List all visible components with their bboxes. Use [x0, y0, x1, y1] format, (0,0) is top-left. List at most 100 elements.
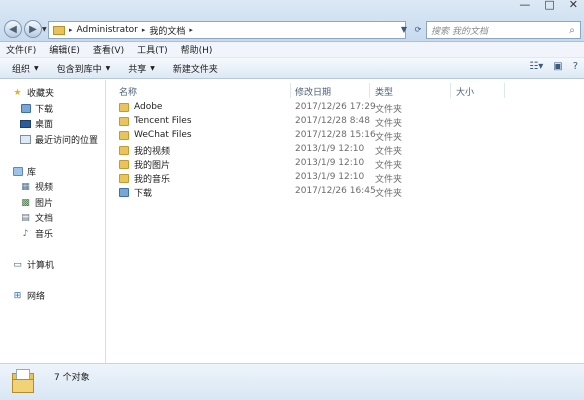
column-divider[interactable] — [290, 83, 291, 98]
view-options-icon[interactable]: ☷▾ — [529, 61, 543, 72]
preview-pane-icon[interactable]: ▣ — [553, 61, 562, 72]
file-modified: 2013/1/9 12:10 — [295, 158, 365, 168]
chevron-down-icon: ▼ — [150, 64, 155, 72]
refresh-icon[interactable]: ⟳ — [412, 21, 424, 39]
downloads-folder-icon — [20, 103, 31, 113]
close-button[interactable]: ✕ — [569, 0, 578, 10]
address-dropdown-icon[interactable]: ▼ — [398, 21, 410, 39]
breadcrumb-documents[interactable]: 我的文档 — [149, 24, 185, 37]
table-row[interactable]: 我的音乐 2013/1/9 12:10 文件夹 — [107, 172, 584, 186]
item-count: 7 个对象 — [54, 373, 90, 383]
file-list: 名称 修改日期 类型 大小 Adobe 2017/12/26 17:29 文件夹… — [107, 80, 584, 363]
help-icon[interactable]: ? — [573, 61, 578, 72]
back-button[interactable]: ◀ — [4, 20, 22, 38]
sidebar-network[interactable]: ⊞ 网络 — [12, 289, 46, 303]
table-row[interactable]: WeChat Files 2017/12/28 15:16 文件夹 — [107, 130, 584, 144]
sidebar-item-downloads[interactable]: 下载 — [20, 102, 53, 115]
minimize-button[interactable]: — — [519, 0, 530, 10]
recent-pages-dropdown[interactable]: ▼ — [42, 26, 47, 33]
organize-button[interactable]: 组织 ▼ — [12, 62, 39, 75]
sidebar-item-music[interactable]: ♪ 音乐 — [20, 227, 53, 241]
sidebar-item-recent-places[interactable]: 最近访问的位置 — [20, 133, 98, 146]
new-folder-label: 新建文件夹 — [172, 64, 218, 75]
sidebar-favorites[interactable]: ★ 收藏夹 — [12, 86, 55, 100]
column-divider[interactable] — [504, 83, 505, 98]
breadcrumb-separator[interactable]: ▸ — [69, 26, 73, 34]
sidebar-libraries[interactable]: 库 — [12, 165, 36, 178]
menu-tools[interactable]: 工具(T) — [137, 43, 168, 56]
search-box[interactable]: 搜索 我的文档 ⌕ — [426, 21, 581, 39]
column-header-modified[interactable]: 修改日期 — [295, 82, 331, 100]
menu-view[interactable]: 查看(V) — [93, 43, 124, 56]
table-row[interactable]: 我的图片 2013/1/9 12:10 文件夹 — [107, 158, 584, 172]
folder-icon — [119, 116, 129, 126]
sidebar-computer-label: 计算机 — [27, 261, 55, 271]
table-row[interactable]: 我的视频 2013/1/9 12:10 文件夹 — [107, 144, 584, 158]
column-header-size[interactable]: 大小 — [456, 82, 474, 100]
computer-icon: ▭ — [13, 259, 22, 270]
sidebar-item-documents[interactable]: ▤ 文档 — [20, 211, 54, 225]
sidebar-network-label: 网络 — [27, 292, 46, 302]
forward-button[interactable]: ▶ — [24, 20, 42, 38]
recent-places-icon — [20, 135, 31, 144]
star-icon: ★ — [13, 87, 22, 98]
sidebar-item-label: 最近访问的位置 — [35, 136, 99, 146]
share-button[interactable]: 共享 ▼ — [128, 62, 155, 75]
folder-icon — [119, 130, 129, 140]
column-divider[interactable] — [450, 83, 451, 98]
table-row[interactable]: Tencent Files 2017/12/28 8:48 文件夹 — [107, 116, 584, 130]
breadcrumb-administrator[interactable]: Administrator — [77, 25, 138, 35]
column-header-type[interactable]: 类型 — [375, 82, 393, 100]
file-name-cell: 下载 — [119, 186, 152, 199]
file-type: 文件夹 — [375, 105, 403, 115]
table-row[interactable]: Adobe 2017/12/26 17:29 文件夹 — [107, 102, 584, 116]
menu-bar: 文件(F) 编辑(E) 查看(V) 工具(T) 帮助(H) — [0, 42, 584, 58]
column-divider[interactable] — [369, 83, 370, 98]
column-header-name-label: 名称 — [119, 87, 138, 98]
file-name-cell: Adobe — [119, 102, 162, 112]
file-type: 文件夹 — [375, 175, 403, 185]
sidebar-item-label: 图片 — [35, 199, 54, 209]
column-header-name[interactable]: 名称 — [119, 82, 137, 100]
sidebar-item-label: 文档 — [35, 214, 54, 224]
downloads-folder-icon — [119, 188, 129, 197]
file-name: Adobe — [134, 102, 163, 112]
file-modified: 2013/1/9 12:10 — [295, 172, 365, 182]
sidebar-item-label: 桌面 — [35, 120, 54, 130]
file-name: 我的音乐 — [134, 175, 171, 185]
file-name-cell: Tencent Files — [119, 116, 192, 126]
organize-label: 组织 — [12, 64, 31, 75]
sidebar-item-pictures[interactable]: ▩ 图片 — [20, 196, 54, 210]
file-modified: 2017/12/26 17:29 — [295, 102, 376, 112]
file-type: 文件夹 — [375, 189, 403, 199]
address-bar[interactable]: ▸ Administrator ▸ 我的文档 ▸ — [48, 21, 406, 39]
menu-file[interactable]: 文件(F) — [6, 43, 36, 56]
new-folder-button[interactable]: 新建文件夹 — [173, 62, 218, 75]
file-modified: 2017/12/28 8:48 — [295, 116, 370, 126]
window-controls: — □ ✕ — [519, 0, 578, 10]
sidebar-favorites-label: 收藏夹 — [27, 89, 55, 99]
library-folder-icon — [12, 166, 23, 176]
menu-help[interactable]: 帮助(H) — [181, 43, 213, 56]
include-in-library-label: 包含到库中 — [56, 64, 102, 75]
maximize-button[interactable]: □ — [544, 0, 554, 10]
desktop-icon — [20, 119, 31, 128]
folder-front-shape — [12, 379, 34, 393]
search-input[interactable]: 搜索 我的文档 — [431, 24, 564, 37]
breadcrumb-separator[interactable]: ▸ — [189, 26, 193, 34]
music-icon: ♪ — [22, 228, 29, 239]
view-controls: ☷▾ ▣ ? — [529, 61, 578, 72]
include-in-library-button[interactable]: 包含到库中 ▼ — [57, 62, 111, 75]
sidebar-item-videos[interactable]: ▦ 视频 — [20, 180, 53, 194]
search-icon[interactable]: ⌕ — [564, 25, 580, 36]
table-row[interactable]: 下载 2017/12/26 16:45 文件夹 — [107, 186, 584, 200]
folder-icon — [119, 102, 129, 112]
share-label: 共享 — [128, 64, 147, 75]
file-modified: 2017/12/26 16:45 — [295, 186, 376, 196]
menu-edit[interactable]: 编辑(E) — [49, 43, 80, 56]
documents-icon: ▤ — [21, 212, 30, 223]
breadcrumb-separator[interactable]: ▸ — [142, 26, 146, 34]
sidebar-computer[interactable]: ▭ 计算机 — [12, 258, 55, 272]
sidebar-item-desktop[interactable]: 桌面 — [20, 117, 53, 130]
navigation-pane: ★ 收藏夹 下载 桌面 最近访问的位置 库 ▦ 视频 ▩ 图片 ▤ 文档 ♪ 音… — [0, 80, 106, 363]
